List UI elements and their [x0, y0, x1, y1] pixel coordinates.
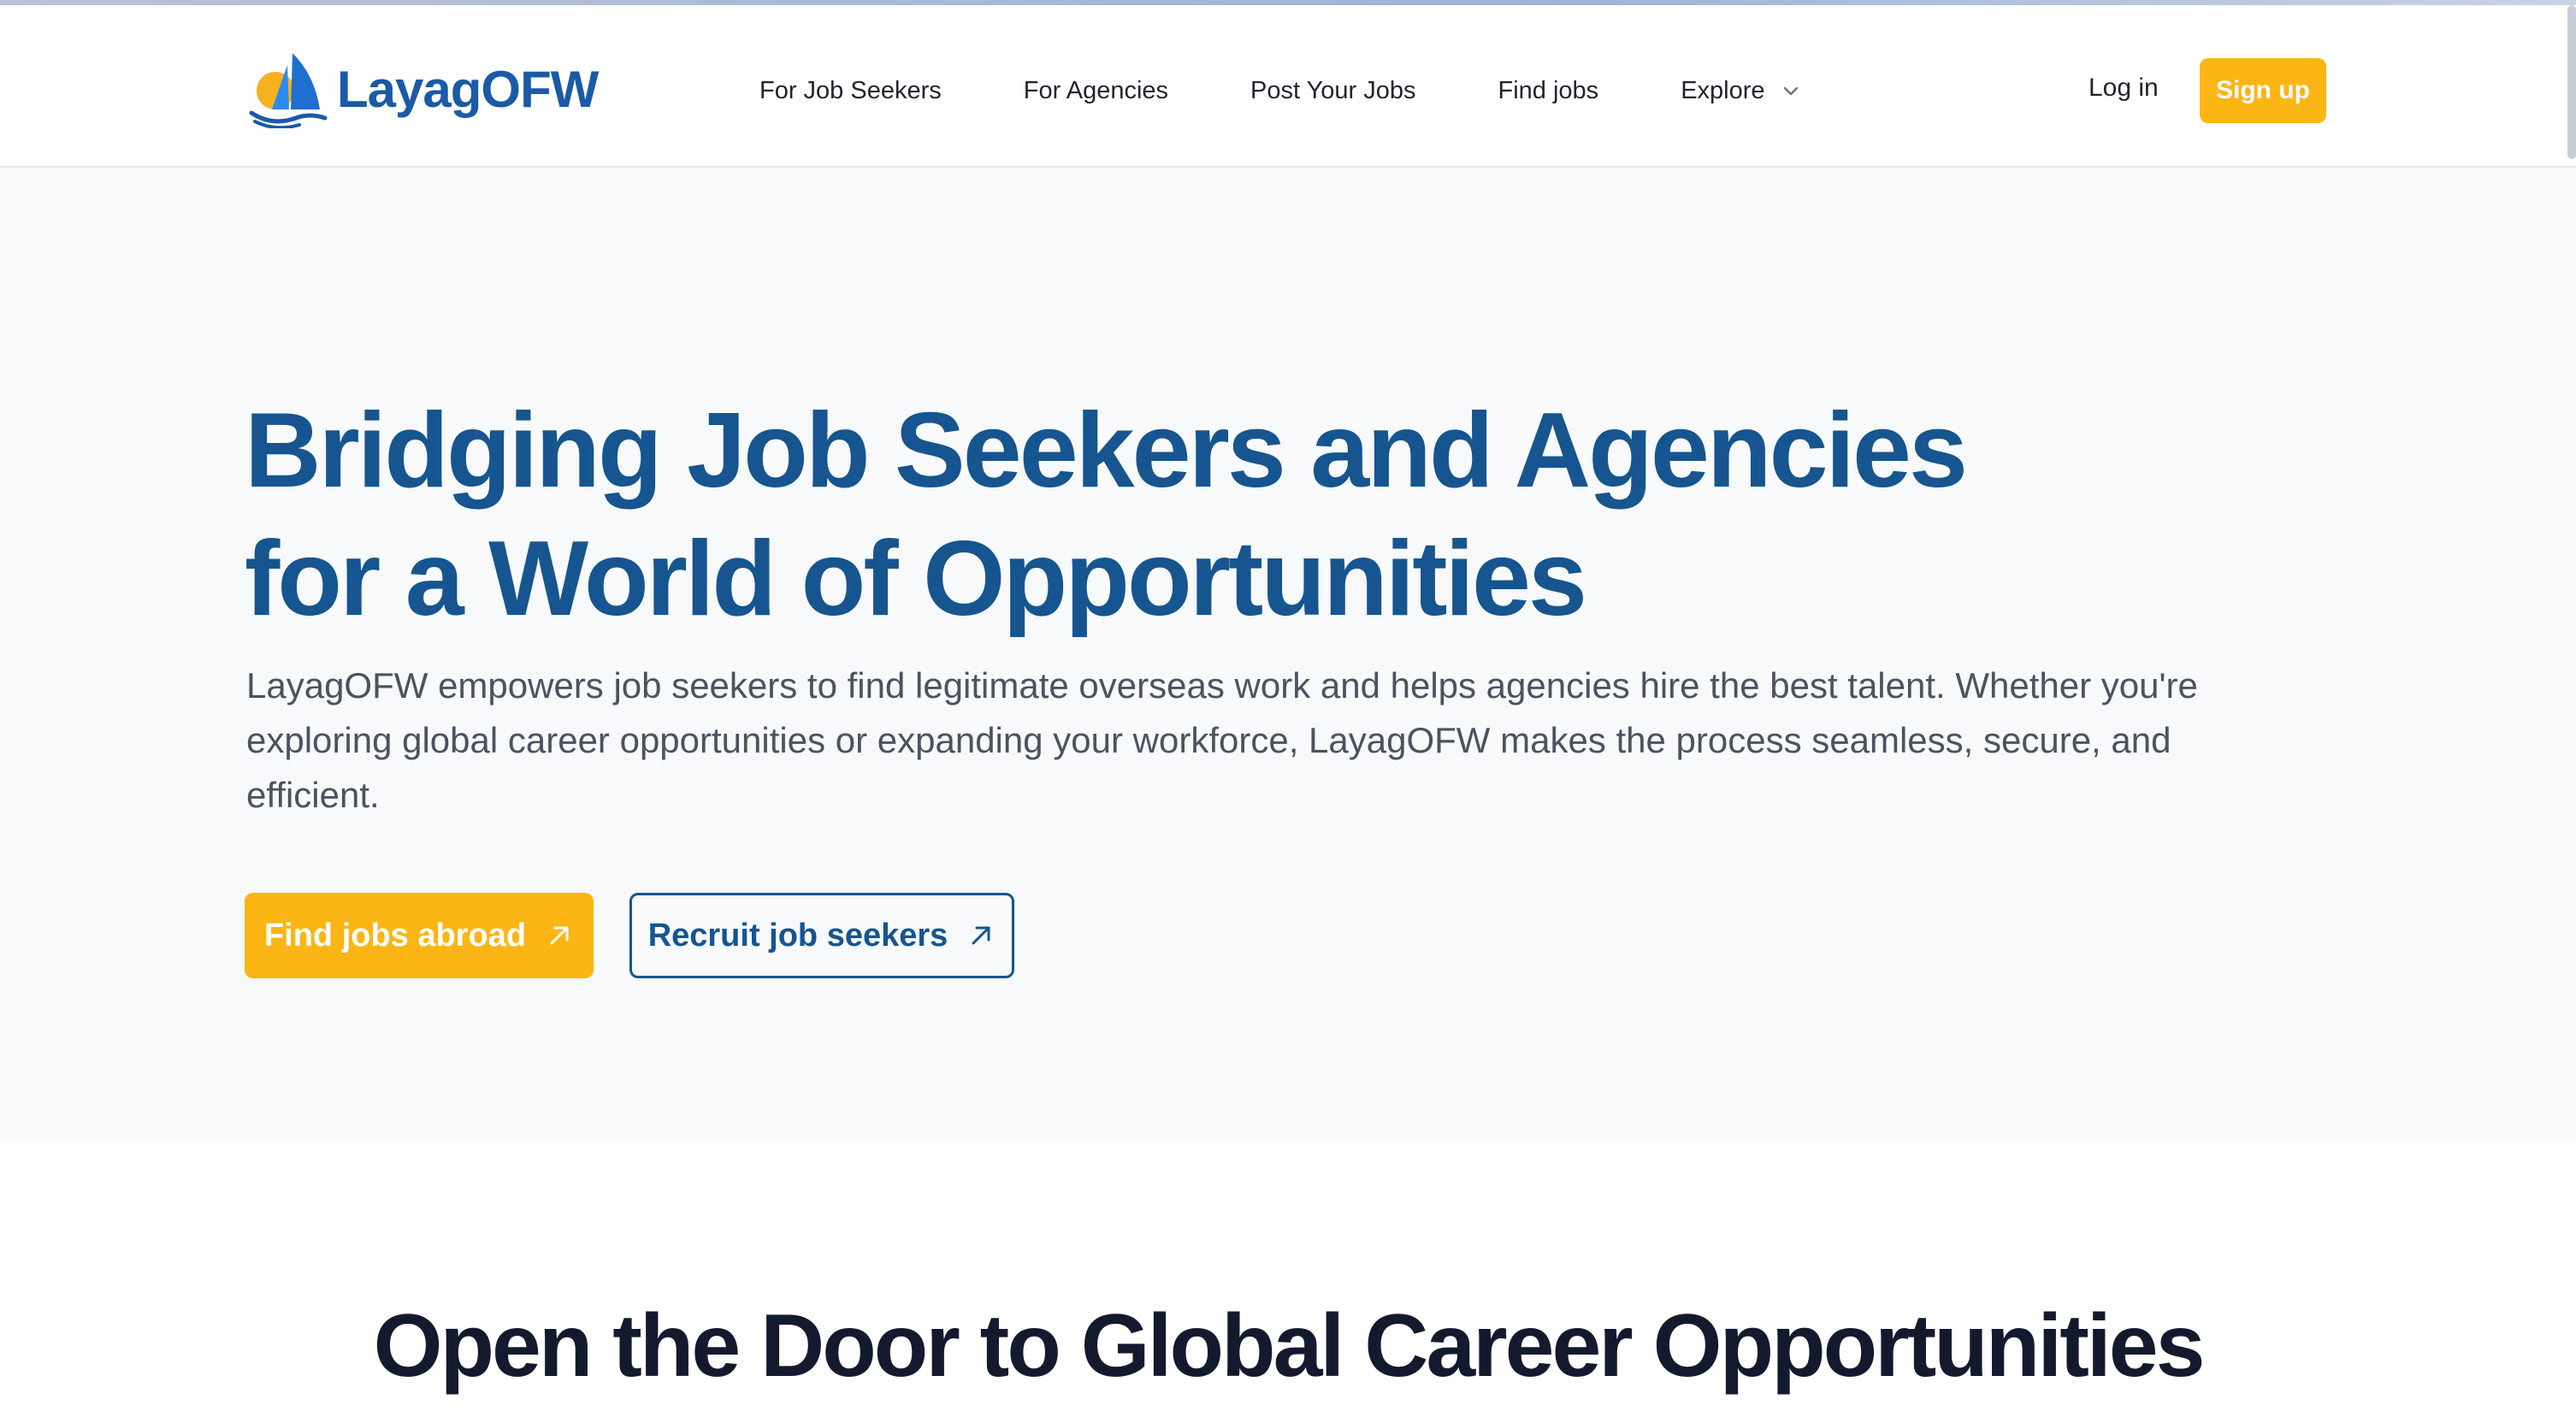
- arrow-up-right-icon: [550, 926, 569, 945]
- nav-explore-dropdown[interactable]: Explore: [1681, 77, 1800, 105]
- site-header: LayagOFW For Job Seekers For Agencies Po…: [0, 5, 2576, 168]
- chevron-down-icon: [1783, 86, 1798, 96]
- hero-title-line-2: for a World of Opportunities: [245, 520, 1587, 638]
- recruit-job-seekers-label: Recruit job seekers: [647, 917, 948, 954]
- find-jobs-abroad-label: Find jobs abroad: [263, 917, 527, 954]
- nav-for-agencies[interactable]: For Agencies: [1024, 77, 1168, 105]
- arrow-up-right-icon: [972, 926, 990, 945]
- sailboat-logo-icon: [249, 53, 328, 128]
- brand-name: LayagOFW: [337, 60, 599, 118]
- main-navigation: For Job Seekers For Agencies Post Your J…: [759, 60, 1801, 121]
- signup-button[interactable]: Sign up: [2200, 58, 2326, 123]
- find-jobs-abroad-button[interactable]: Find jobs abroad: [245, 893, 594, 978]
- nav-for-job-seekers[interactable]: For Job Seekers: [759, 77, 942, 105]
- hero-section: Bridging Job Seekers and Agencies for a …: [0, 169, 2576, 1141]
- recruit-job-seekers-button[interactable]: Recruit job seekers: [629, 893, 1014, 978]
- hero-description: LayagOFW empowers job seekers to find le…: [246, 665, 2198, 815]
- nav-explore-label: Explore: [1681, 76, 1765, 104]
- section-title: Open the Door to Global Career Opportuni…: [373, 1296, 2206, 1396]
- brand-logo[interactable]: LayagOFW: [246, 50, 599, 128]
- login-link[interactable]: Log in: [2089, 74, 2159, 103]
- nav-post-your-jobs[interactable]: Post Your Jobs: [1250, 77, 1415, 105]
- page-scrollbar[interactable]: [2567, 5, 2576, 159]
- nav-find-jobs[interactable]: Find jobs: [1498, 77, 1599, 105]
- hero-title: Bridging Job Seekers and Agencies for a …: [245, 387, 2212, 643]
- global-opportunities-section: Open the Door to Global Career Opportuni…: [0, 1141, 2576, 1423]
- hero-title-line-1: Bridging Job Seekers and Agencies: [245, 392, 1968, 510]
